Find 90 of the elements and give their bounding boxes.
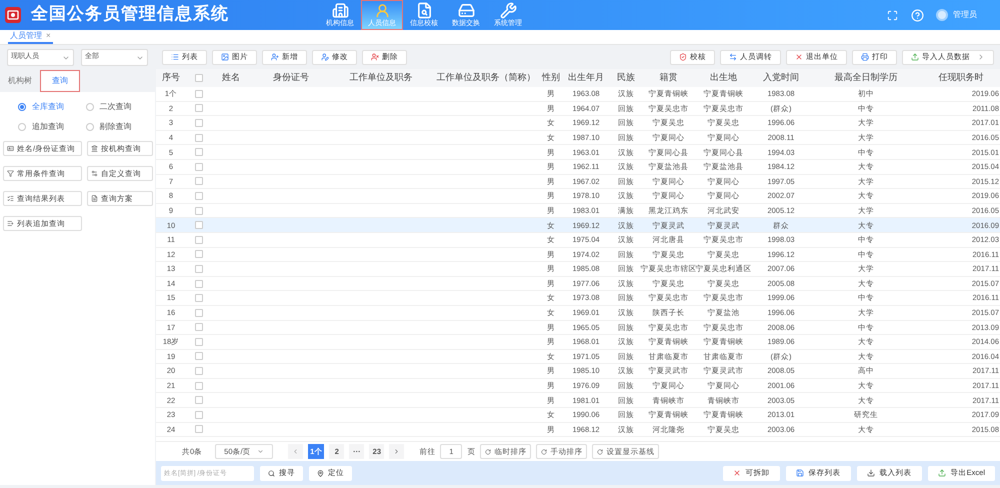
list-icon bbox=[171, 53, 179, 61]
refresh-icon bbox=[597, 448, 604, 454]
row-checkbox[interactable] bbox=[194, 264, 202, 273]
header-checkbox[interactable] bbox=[194, 74, 202, 82]
column-header[interactable]: 出生年月 bbox=[568, 71, 604, 85]
column-header[interactable]: 序号 bbox=[162, 71, 180, 85]
row-checkbox[interactable] bbox=[194, 410, 202, 419]
row-checkbox[interactable] bbox=[194, 323, 202, 332]
radio-label: 追加查询 bbox=[32, 121, 64, 133]
row-checkbox[interactable] bbox=[194, 367, 202, 376]
row-checkbox[interactable] bbox=[194, 236, 202, 244]
radio-label: 二次查询 bbox=[100, 101, 132, 113]
column-header[interactable]: 最高全日制学历 bbox=[834, 71, 898, 85]
add-user-icon bbox=[271, 53, 279, 61]
row-checkbox[interactable] bbox=[194, 352, 202, 360]
radio-button[interactable] bbox=[86, 103, 94, 111]
upload-icon bbox=[911, 53, 919, 61]
column-header[interactable]: 籍贯 bbox=[660, 71, 678, 85]
download-icon bbox=[866, 469, 875, 477]
transfer-icon bbox=[729, 53, 737, 61]
chevron-left-icon bbox=[292, 448, 300, 455]
save-icon bbox=[796, 469, 804, 477]
row-checkbox[interactable] bbox=[194, 177, 202, 186]
chevron-down-icon bbox=[257, 448, 264, 455]
id-card-icon bbox=[7, 145, 14, 152]
row-checkbox[interactable] bbox=[194, 294, 202, 302]
row-checkbox[interactable] bbox=[194, 382, 202, 390]
row-checkbox[interactable] bbox=[194, 104, 202, 112]
column-header[interactable]: 入党时间 bbox=[763, 71, 799, 85]
image-icon bbox=[221, 53, 229, 61]
column-header[interactable]: 出生地 bbox=[710, 71, 737, 85]
close-icon bbox=[795, 53, 803, 61]
column-header[interactable]: 姓名 bbox=[222, 71, 240, 85]
column-header[interactable]: 性别 bbox=[542, 71, 560, 85]
row-checkbox[interactable] bbox=[194, 134, 202, 142]
server-icon bbox=[458, 2, 474, 19]
radio-label: 全库查询 bbox=[32, 101, 64, 113]
row-checkbox[interactable] bbox=[194, 308, 202, 317]
row-checkbox[interactable] bbox=[194, 338, 202, 346]
user-name: 管理员 bbox=[953, 9, 977, 21]
row-checkbox[interactable] bbox=[194, 280, 202, 288]
search-icon bbox=[268, 470, 275, 476]
column-header[interactable]: 工作单位及职务（简称） bbox=[436, 71, 536, 85]
document-search-icon bbox=[416, 2, 432, 19]
refresh-icon bbox=[485, 448, 492, 454]
help-icon[interactable] bbox=[911, 8, 924, 22]
app-title: 全国公务员管理信息系统 bbox=[31, 3, 229, 26]
filter-icon bbox=[7, 170, 14, 177]
row-checkbox[interactable] bbox=[194, 396, 202, 404]
wrench-icon bbox=[500, 2, 516, 19]
radio-button[interactable] bbox=[18, 123, 26, 131]
radio-button[interactable] bbox=[18, 103, 26, 111]
delete-user-icon bbox=[371, 53, 379, 61]
row-checkbox[interactable] bbox=[194, 118, 202, 127]
row-checkbox[interactable] bbox=[194, 206, 202, 215]
list-add-icon bbox=[7, 220, 14, 227]
building-icon bbox=[332, 2, 348, 19]
chevron-right-icon bbox=[977, 53, 985, 61]
pin-icon bbox=[317, 470, 324, 476]
column-header[interactable]: 工作单位及职务 bbox=[350, 71, 412, 85]
printer-icon bbox=[861, 53, 869, 61]
edit-user-icon bbox=[321, 53, 329, 61]
list-icon bbox=[7, 195, 14, 202]
building-icon bbox=[91, 145, 98, 152]
row-checkbox[interactable] bbox=[194, 148, 202, 156]
row-checkbox[interactable] bbox=[194, 221, 202, 230]
refresh-icon bbox=[541, 448, 548, 454]
logo-icon bbox=[5, 7, 21, 23]
radio-label: 剔除查询 bbox=[100, 121, 132, 133]
row-checkbox[interactable] bbox=[194, 162, 202, 171]
fullscreen-icon[interactable] bbox=[887, 10, 898, 20]
row-checkbox[interactable] bbox=[194, 192, 202, 200]
upload-icon bbox=[938, 469, 946, 477]
settings-icon bbox=[91, 170, 98, 177]
next-page-button[interactable] bbox=[389, 444, 404, 459]
shield-icon bbox=[679, 53, 687, 61]
row-checkbox[interactable] bbox=[194, 425, 202, 434]
column-header[interactable]: 身份证号 bbox=[273, 71, 309, 85]
column-header[interactable]: 民族 bbox=[617, 71, 635, 85]
user-icon bbox=[374, 3, 390, 18]
column-header[interactable]: 任现职务时 bbox=[938, 71, 984, 85]
document-icon bbox=[91, 195, 98, 202]
panel-tab[interactable]: 查询 bbox=[40, 70, 80, 92]
radio-button[interactable] bbox=[86, 123, 94, 131]
prev-page-button[interactable] bbox=[288, 444, 304, 459]
panel-tab[interactable]: 机构树 bbox=[0, 70, 40, 92]
row-checkbox[interactable] bbox=[194, 90, 202, 98]
row-checkbox[interactable] bbox=[194, 250, 202, 258]
close-icon bbox=[732, 469, 741, 477]
chevron-right-icon bbox=[393, 448, 400, 455]
